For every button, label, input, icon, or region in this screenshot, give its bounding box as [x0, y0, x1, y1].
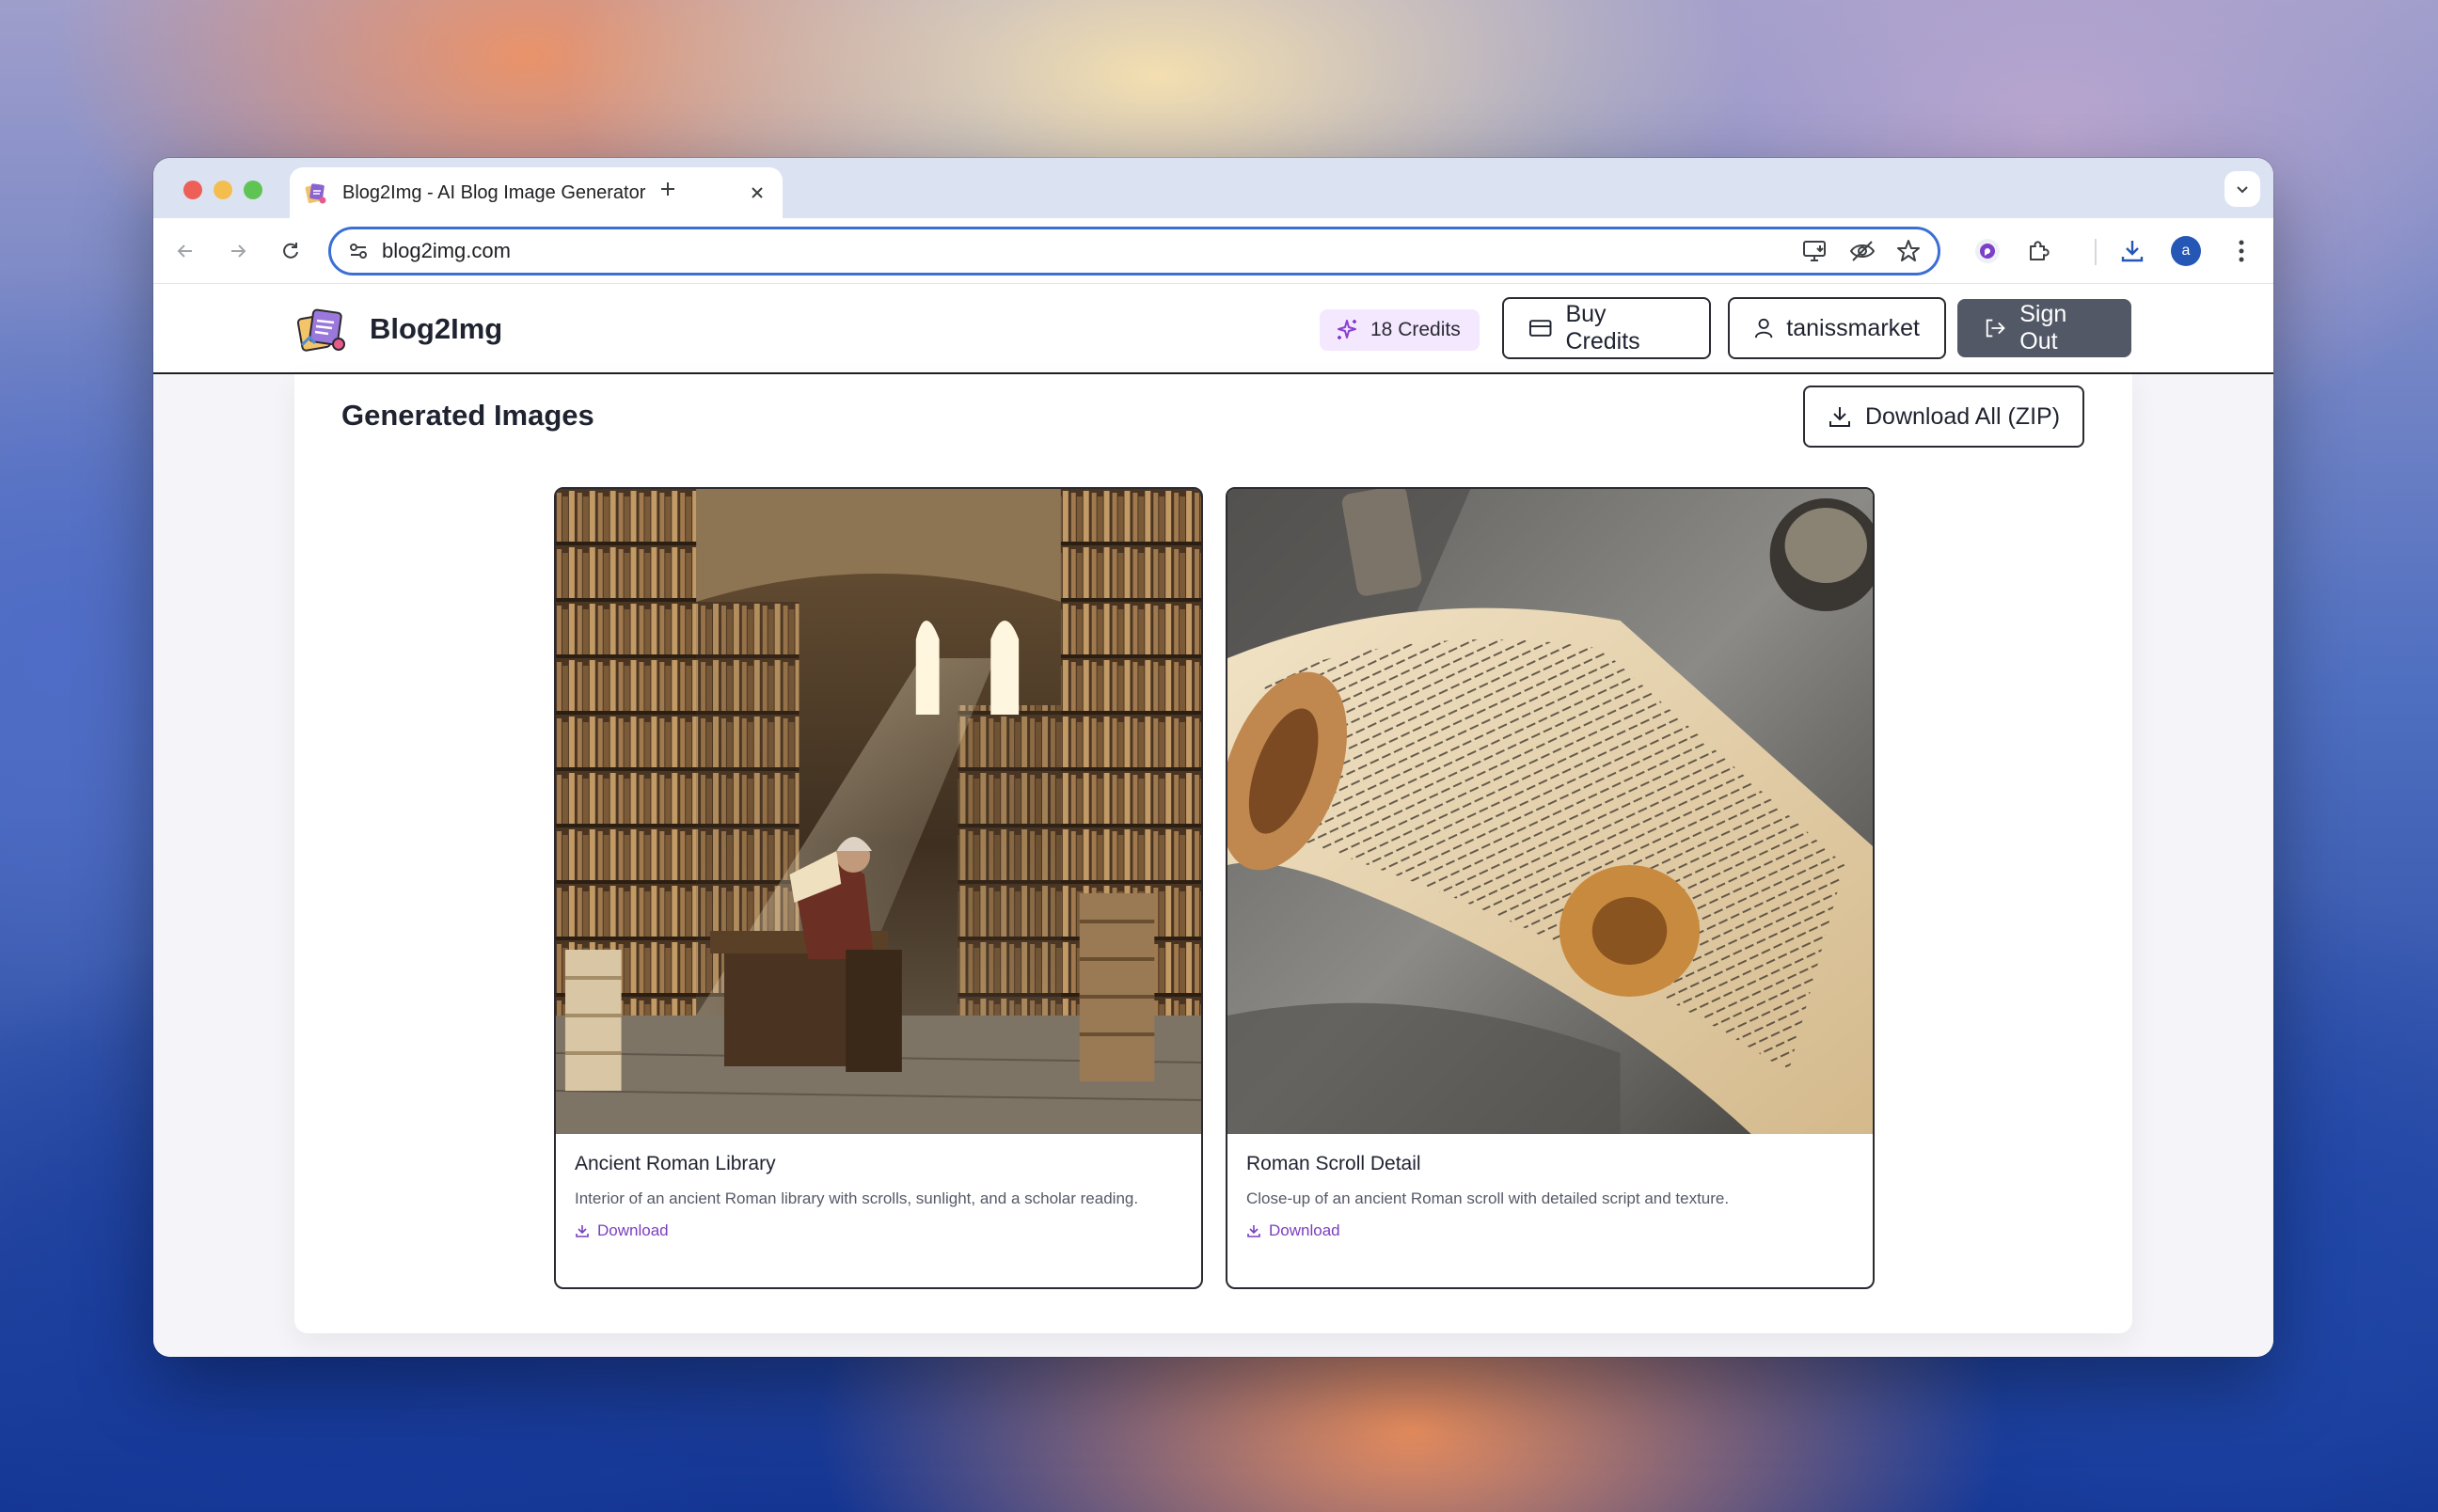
- close-window-button[interactable]: [183, 181, 202, 199]
- download-icon: [1829, 407, 1850, 427]
- download-label: Download: [1269, 1221, 1340, 1239]
- app-header: Blog2Img 18 Credits Buy Credits tanissma…: [153, 285, 2273, 374]
- reload-icon[interactable]: [274, 234, 308, 268]
- credits-badge: 18 Credits: [1320, 309, 1480, 351]
- user-account-button[interactable]: tanissmarket: [1728, 297, 1946, 359]
- minimize-window-button[interactable]: [214, 181, 232, 199]
- image-description: Interior of an ancient Roman library wit…: [575, 1189, 1139, 1207]
- roman-scroll-image[interactable]: [1227, 489, 1873, 1134]
- browser-window: Blog2Img - AI Blog Image Generator blog2…: [153, 158, 2273, 1357]
- image-card: Ancient Roman Library Interior of an anc…: [554, 487, 1203, 1289]
- card-body: Roman Scroll Detail Close-up of an ancie…: [1227, 1134, 1873, 1262]
- buy-credits-button[interactable]: Buy Credits: [1502, 297, 1711, 359]
- site-settings-icon[interactable]: [348, 241, 369, 261]
- card-body: Ancient Roman Library Interior of an anc…: [556, 1134, 1201, 1262]
- brand[interactable]: Blog2Img: [294, 304, 502, 354]
- buy-credits-label: Buy Credits: [1565, 301, 1640, 354]
- downloads-icon[interactable]: [2115, 234, 2149, 268]
- image-card: Roman Scroll Detail Close-up of an ancie…: [1226, 487, 1875, 1289]
- user-icon: [1754, 318, 1773, 339]
- tab-search-chevron-down-icon[interactable]: [2224, 171, 2260, 207]
- extension-assistant-icon[interactable]: [1971, 234, 2004, 268]
- url-text: blog2img.com: [382, 239, 511, 262]
- download-icon: [1247, 1225, 1260, 1237]
- maximize-window-button[interactable]: [244, 181, 262, 199]
- forward-arrow-icon[interactable]: [221, 234, 255, 268]
- download-icon: [576, 1225, 589, 1237]
- extensions-puzzle-icon[interactable]: [2021, 234, 2055, 268]
- browser-menu-icon[interactable]: [2224, 234, 2258, 268]
- close-tab-icon[interactable]: [745, 181, 769, 205]
- download-all-label: Download All (ZIP): [1865, 402, 2061, 430]
- install-app-icon[interactable]: [1802, 239, 1828, 263]
- generated-images-panel: Generated Images Download All (ZIP) Anci…: [294, 374, 2132, 1333]
- tab-blog2img[interactable]: Blog2Img - AI Blog Image Generator: [290, 167, 783, 218]
- blog2img-logo-icon: [296, 308, 345, 352]
- browser-toolbar: blog2img.com a: [153, 218, 2273, 284]
- image-description: Close-up of an ancient Roman scroll with…: [1246, 1189, 1730, 1207]
- image-title: Roman Scroll Detail: [1246, 1153, 1421, 1174]
- profile-avatar[interactable]: a: [2171, 236, 2201, 266]
- section-title: Generated Images: [341, 399, 594, 432]
- download-label: Download: [597, 1221, 669, 1239]
- credit-card-icon: [1528, 320, 1552, 337]
- eye-off-icon[interactable]: [1849, 240, 1876, 262]
- new-tab-button[interactable]: [652, 173, 684, 205]
- page-viewport: Blog2Img 18 Credits Buy Credits tanissma…: [153, 285, 2273, 1357]
- username-label: tanissmarket: [1786, 314, 1920, 341]
- sign-out-label: Sign Out: [2019, 301, 2067, 354]
- ancient-library-image[interactable]: [556, 489, 1201, 1134]
- download-all-zip-button[interactable]: Download All (ZIP): [1803, 386, 2085, 448]
- download-link[interactable]: Download: [1246, 1221, 1340, 1240]
- address-bar[interactable]: blog2img.com: [328, 227, 1940, 276]
- credits-count: 18 Credits: [1370, 319, 1461, 340]
- log-out-icon: [1986, 319, 2005, 338]
- sparkles-icon: [1338, 320, 1356, 339]
- bookmark-star-icon[interactable]: [1896, 239, 1921, 263]
- blog2img-favicon-icon: [305, 183, 326, 204]
- sign-out-button[interactable]: Sign Out: [1957, 299, 2131, 357]
- toolbar-divider: [2095, 239, 2097, 265]
- tab-strip: Blog2Img - AI Blog Image Generator: [153, 158, 2273, 218]
- image-title: Ancient Roman Library: [575, 1153, 776, 1174]
- back-arrow-icon[interactable]: [168, 234, 202, 268]
- download-link[interactable]: Download: [575, 1221, 669, 1240]
- brand-name: Blog2Img: [370, 312, 503, 345]
